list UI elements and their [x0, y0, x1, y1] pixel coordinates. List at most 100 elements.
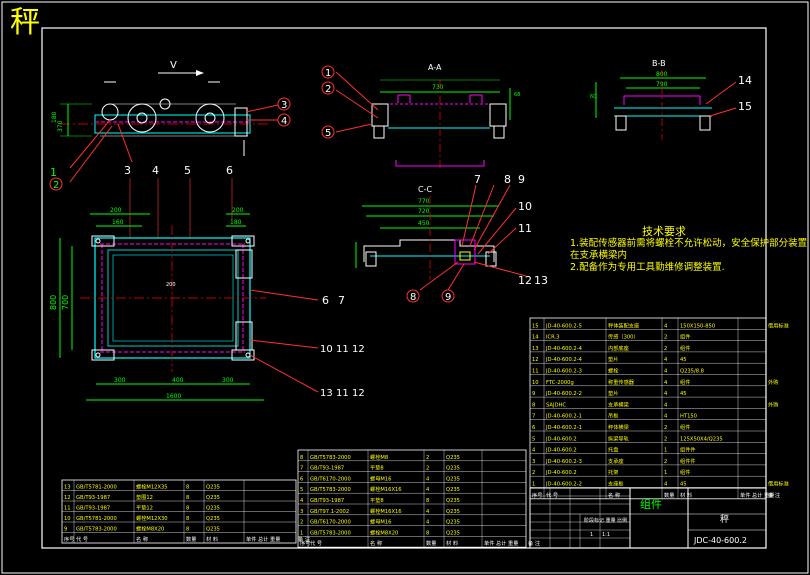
parts-mid-cell: 螺母M16	[370, 518, 391, 526]
section-aa-label: A-A	[428, 63, 442, 72]
parts-left-header-cell: 材 料	[206, 535, 218, 543]
parts-right-cell: 4	[664, 402, 668, 408]
parts-left-header-cell: 单件 总计 重量	[246, 535, 280, 543]
parts-right-cell: 9	[532, 391, 535, 397]
parts-list-middle: 8 GB/T5783-2000 螺栓M8 2 Q235 7 GB/T93-1987 平垫8 2 Q…	[297, 449, 540, 548]
balloon-aa-2: 2	[325, 84, 331, 95]
parts-mid-cell: 平垫8	[370, 464, 384, 472]
parts-mid-cell: 7	[300, 466, 303, 472]
parts-left-cell: Q235	[206, 506, 220, 512]
parts-mid-cell: 4	[426, 520, 430, 526]
parts-mid-cell: GB/T6170-2000	[310, 476, 351, 482]
parts-mid-header-cell: 名 称	[370, 539, 382, 547]
plan-right-balloons: 6 7 10 11 12 13 11 12	[320, 294, 365, 399]
parts-right-cell: 8	[532, 402, 535, 408]
parts-mid-cell: GB/T5783-2000	[310, 530, 351, 536]
parts-right-header-cell: 备 注	[768, 491, 780, 499]
parts-mid-cell: Q235	[446, 520, 460, 526]
parts-right-cell: 组件	[680, 423, 690, 431]
corner-title: 秤	[10, 5, 40, 40]
parts-left-cell: GB/T5781-2000	[76, 516, 117, 522]
parts-mid-cell: 螺栓M16X16	[370, 507, 402, 515]
section-cc-label: C-C	[418, 185, 432, 194]
aa-side-dim: 68	[514, 92, 520, 98]
balloon-cc-9b: 9	[445, 292, 451, 303]
tech-requirement-line-1: 1.装配传感器前需将螺栓不允许松动，安全保护部分装置在支承横梁内	[570, 238, 808, 261]
parts-right-cell: 1	[664, 470, 667, 476]
title-scale: 1:1	[602, 532, 610, 538]
parts-left-cell: 螺栓M8X20	[136, 525, 164, 533]
parts-mid-cell: 2	[426, 466, 429, 472]
parts-left-cell: 12	[64, 495, 71, 501]
parts-left-cell: 螺栓M12X30	[136, 514, 168, 522]
parts-mid-cell: 4	[426, 476, 430, 482]
balloon-plan-5: 5	[184, 164, 191, 177]
parts-right-cell: Q235/8.8	[680, 369, 704, 375]
parts-right-cell: 4	[664, 357, 668, 363]
parts-right-cell: 2	[664, 346, 667, 352]
plan-center-mark: 200	[166, 282, 176, 288]
parts-right-cell: 组件	[680, 344, 690, 352]
parts-mid-cell: GB/T5783-2000	[310, 487, 351, 493]
parts-mid-cell: 8	[426, 530, 429, 536]
dim-plan-bottom-2: 400	[172, 377, 184, 384]
parts-right-cell: 13	[532, 346, 539, 352]
parts-left-cell: 8	[186, 527, 189, 533]
parts-right-cell: 内部底座	[608, 344, 629, 352]
parts-left-cell: GB/T93-1987	[76, 495, 110, 501]
parts-left-cell: 8	[186, 506, 189, 512]
parts-left-cell: Q235	[206, 495, 220, 501]
dim-cc-3: 450	[418, 220, 430, 227]
balloon-plan-right-10: 10	[320, 344, 333, 355]
balloon-cc-10: 10	[518, 200, 532, 213]
balloon-plan-right-12: 12	[352, 344, 365, 355]
parts-left-cell: 8	[186, 495, 189, 501]
parts-right-cell: JD-40-600.2-2	[545, 391, 582, 397]
parts-mid-cell: 平垫8	[370, 496, 384, 504]
parts-right-cell: JD-40-600.2-3	[545, 369, 582, 375]
parts-right-header-cell: 材 料	[680, 491, 692, 499]
title-drawing-no: JDC-40-600.2	[693, 536, 747, 545]
front-view: V 180 370	[51, 60, 279, 183]
parts-right-cell: JD-40-600.2-2	[545, 482, 582, 488]
balloon-aa-5: 5	[325, 128, 331, 139]
parts-right-cell: JD-40-600.2	[545, 436, 577, 442]
parts-right-cell: 11	[532, 369, 539, 375]
dim-plan-bottom-3: 300	[222, 377, 234, 384]
parts-mid-cell: Q235	[446, 476, 460, 482]
parts-mid-cell: 5	[300, 487, 303, 493]
balloon-aa-1: 1	[325, 68, 331, 79]
parts-left-cell: 9	[64, 527, 67, 533]
parts-right-cell: 2	[532, 470, 535, 476]
parts-right-cell: JD-40-600.2-4	[545, 346, 583, 352]
parts-right-cell: 支座板	[608, 480, 624, 488]
parts-left-cell: GB/T5783-2000	[76, 527, 117, 533]
parts-right-cell: 10	[532, 380, 539, 386]
drawing-canvas: V 180 370 1 2 3 4 3 4 5 6 200 160 200 18…	[1, 1, 809, 574]
parts-mid-header-cell: 数量	[426, 539, 436, 547]
section-bb-label: B-B	[652, 59, 666, 68]
parts-right-cell: 4	[664, 391, 668, 397]
parts-right-cell: 吊板	[608, 412, 619, 420]
parts-right-header-cell: 数量	[664, 491, 674, 499]
parts-mid-cell: 3	[300, 509, 303, 515]
parts-right-cell: 2	[664, 459, 667, 465]
parts-right-cell: 4	[664, 369, 668, 375]
parts-right-cell: 垫片	[608, 389, 618, 397]
parts-right-cell: 纵梁导轨	[608, 434, 629, 442]
parts-mid-cell: 螺母M16	[370, 474, 391, 482]
balloon-front-3: 3	[281, 100, 287, 111]
parts-mid-header-cell: 材 料	[446, 539, 458, 547]
parts-right-cell: 垫片	[608, 355, 618, 363]
balloon-plan-right-11: 11	[336, 344, 349, 355]
parts-mid-cell: GB/T93-1987	[310, 466, 344, 472]
parts-right-cell: 125X50X4/Q235	[680, 436, 723, 442]
parts-right-cell: 14	[532, 335, 539, 341]
parts-right-cell: 1	[532, 482, 535, 488]
parts-left-header-cell: 序号	[64, 535, 74, 543]
dim-plan-top-1: 200	[110, 207, 122, 214]
parts-mid-cell: 8	[426, 498, 429, 504]
parts-list-right: 15 JD-40-600.2-5 秤体装配支座 4 150X150-850 借用标准14 I…	[529, 317, 789, 500]
balloon-front-1: 1	[50, 166, 57, 179]
parts-left-cell: Q235	[206, 485, 220, 491]
